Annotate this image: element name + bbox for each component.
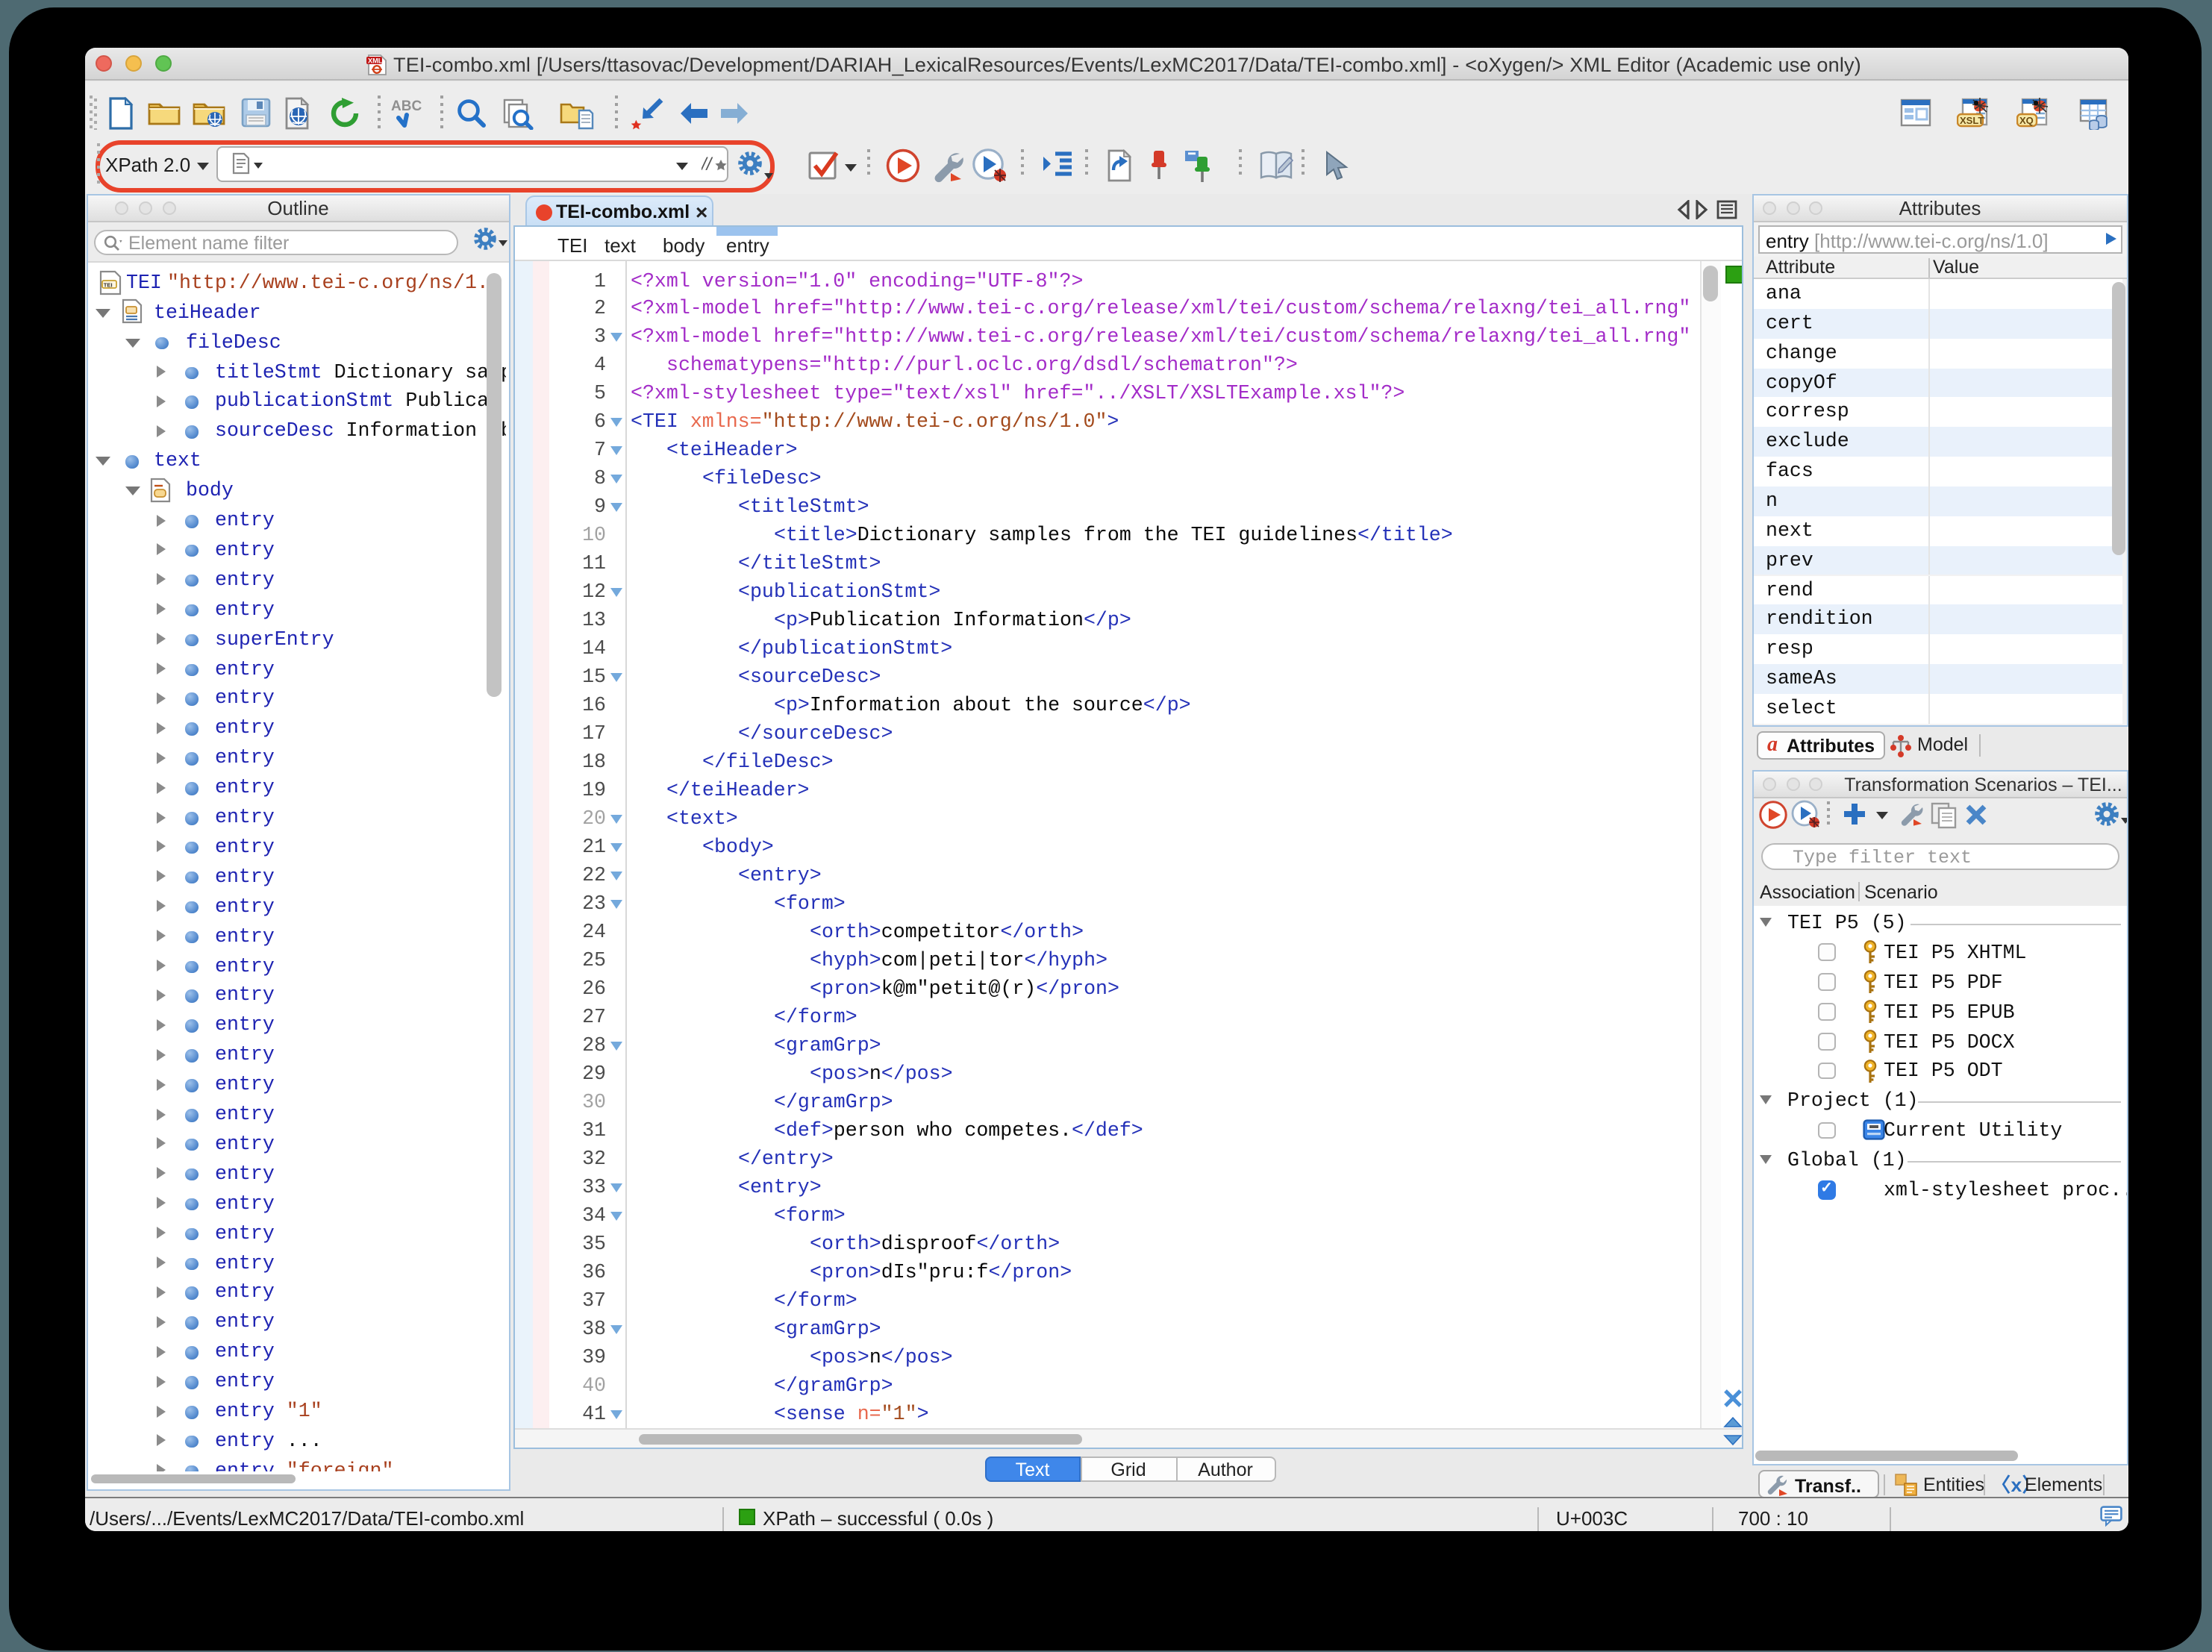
svg-text:ABC: ABC	[390, 98, 421, 114]
svg-text:XQ: XQ	[2019, 115, 2034, 126]
svg-text:XML: XML	[368, 56, 383, 63]
svg-text://: //	[701, 154, 713, 175]
svg-text:XSLT: XSLT	[1960, 115, 1984, 126]
svg-text:〈x〉: 〈x〉	[1990, 1474, 2026, 1495]
svg-text:TEI: TEI	[104, 281, 113, 288]
